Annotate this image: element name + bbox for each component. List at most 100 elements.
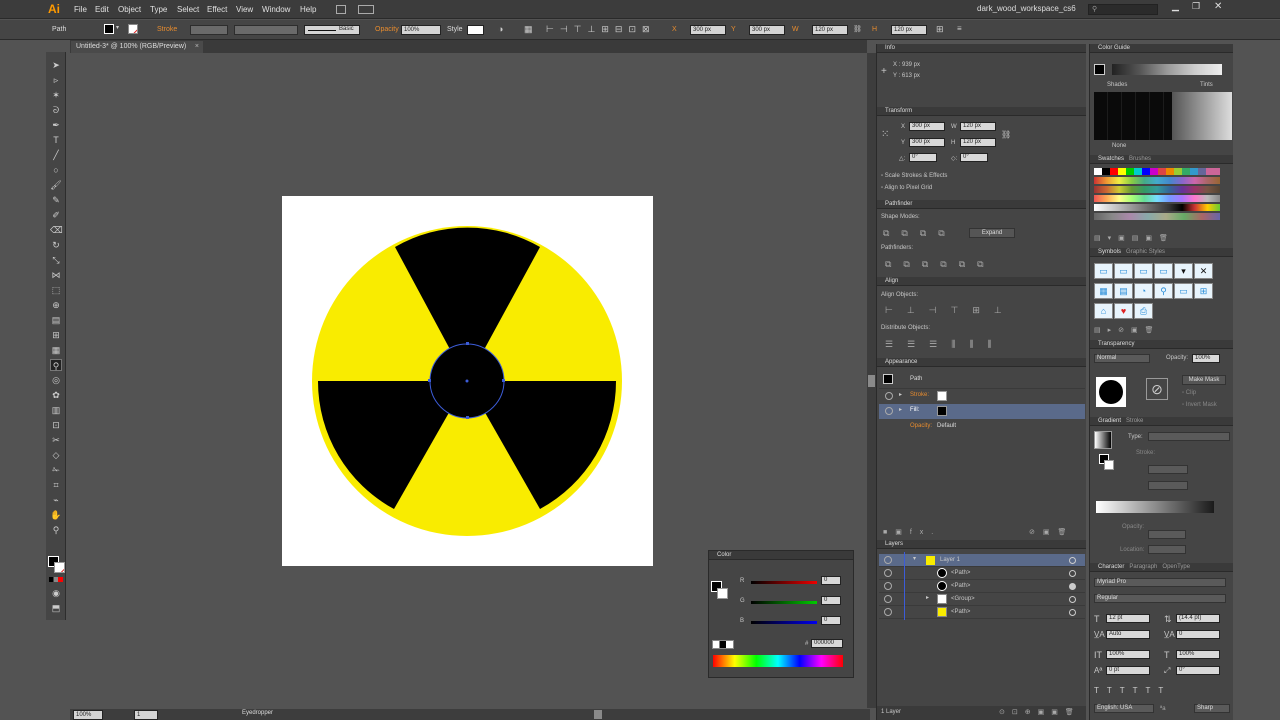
- shear-field[interactable]: 0°: [960, 153, 988, 162]
- symbol-bar-icon[interactable]: ▭: [1094, 263, 1113, 279]
- leading-field[interactable]: (14.4 pt): [1176, 614, 1220, 623]
- gradient-stroke-box[interactable]: [1104, 460, 1114, 470]
- gradient-angle-field[interactable]: [1148, 465, 1188, 474]
- eye-icon[interactable]: [884, 595, 892, 603]
- pen-tool-icon[interactable]: ✒: [50, 119, 62, 131]
- perspective-grid-tool-icon[interactable]: ▤: [50, 314, 62, 326]
- eye-icon[interactable]: [885, 392, 893, 400]
- green-slider[interactable]: [751, 601, 817, 604]
- menu-file[interactable]: File: [74, 0, 87, 19]
- appearance-footer-icons-right[interactable]: ⊘▣🗑: [1029, 528, 1074, 536]
- variable-width-profile[interactable]: [234, 25, 298, 35]
- radiation-symbol[interactable]: [282, 196, 653, 566]
- align-panel-header[interactable]: Align: [877, 277, 1086, 286]
- opentype-tab[interactable]: OpenType: [1162, 564, 1190, 570]
- expand-button[interactable]: Expand: [969, 228, 1015, 238]
- green-field[interactable]: 0: [821, 596, 841, 605]
- transform-icon[interactable]: ⊞: [936, 24, 944, 35]
- y-field[interactable]: 300 px: [749, 25, 785, 35]
- target-icon[interactable]: [1069, 596, 1076, 603]
- symbol-sprayer-tool-icon[interactable]: ✿: [50, 389, 62, 401]
- color-guide-header[interactable]: Color Guide: [1090, 44, 1233, 53]
- menu-type[interactable]: Type: [150, 0, 167, 19]
- transparency-panel-header[interactable]: Transparency: [1090, 340, 1233, 349]
- appearance-panel-header[interactable]: Appearance: [877, 358, 1086, 367]
- align-pixel-checkbox[interactable]: ▫ Align to Pixel Grid: [881, 185, 932, 191]
- type-tool-icon[interactable]: T: [50, 134, 62, 146]
- anchor-right[interactable]: [502, 379, 505, 382]
- gradient-opacity-field[interactable]: [1148, 530, 1186, 539]
- reference-point-icon[interactable]: ⁙: [881, 129, 893, 141]
- eye-icon[interactable]: [884, 556, 892, 564]
- align-to-icon[interactable]: ▦: [524, 24, 533, 35]
- pathfinder-buttons[interactable]: ⧉⧉⧉⧉⧉⧉: [885, 259, 996, 270]
- color-guide-grid[interactable]: [1094, 92, 1232, 140]
- stroke-weight-field[interactable]: [190, 25, 228, 35]
- clip-checkbox[interactable]: ▫ Clip: [1182, 390, 1196, 396]
- recolor-artwork-icon[interactable]: ◑: [498, 24, 503, 34]
- blue-slider[interactable]: [751, 621, 817, 624]
- eraser-alt-tool-icon[interactable]: ◇: [50, 449, 62, 461]
- rotate-field[interactable]: 0°: [909, 153, 937, 162]
- color-mode-buttons[interactable]: [49, 577, 63, 582]
- symbol-close-icon[interactable]: ✕: [1194, 263, 1213, 279]
- hex-field[interactable]: 000000: [811, 639, 843, 648]
- stroke-color-box[interactable]: [54, 562, 65, 573]
- appearance-stroke-swatch[interactable]: [937, 391, 947, 401]
- appearance-opacity-row[interactable]: Opacity: Default: [879, 420, 1085, 435]
- anchor-bottom[interactable]: [466, 416, 469, 419]
- graphic-styles-tab[interactable]: Graphic Styles: [1126, 249, 1165, 255]
- tracking-field[interactable]: 0: [1176, 630, 1220, 639]
- screen-mode-icon[interactable]: ⬒: [50, 602, 62, 614]
- eraser-tool-icon[interactable]: ⌫: [50, 224, 63, 236]
- artboard[interactable]: [282, 196, 653, 566]
- hand-tool-icon[interactable]: ✋: [50, 509, 62, 521]
- color-stroke-box[interactable]: [717, 588, 728, 599]
- menu-object[interactable]: Object: [118, 0, 141, 19]
- scale-tool-icon[interactable]: ⤡: [50, 254, 62, 266]
- close-tab-icon[interactable]: ×: [195, 41, 199, 53]
- symbol-bar-icon[interactable]: ▭: [1174, 283, 1193, 299]
- disclosure-triangle-icon[interactable]: ▾: [913, 555, 916, 562]
- menu-view[interactable]: View: [236, 0, 253, 19]
- mesh-tool-icon[interactable]: ⊞: [50, 329, 62, 341]
- character-panel-header[interactable]: Character Paragraph OpenType: [1090, 563, 1233, 572]
- target-icon[interactable]: [1069, 557, 1076, 564]
- constrain-proportions-icon[interactable]: ⛓: [1001, 130, 1011, 139]
- document-tab[interactable]: Untitled-3* @ 100% (RGB/Preview) ×: [71, 41, 203, 53]
- shape-mode-buttons[interactable]: ⧉⧉⧉⧉: [883, 228, 957, 239]
- harmony-rules-bar[interactable]: [1112, 64, 1222, 75]
- appearance-fill-row[interactable]: ▸ Fill:: [879, 404, 1085, 419]
- eye-icon[interactable]: [884, 582, 892, 590]
- gradient-slider[interactable]: [1096, 501, 1214, 513]
- layer-name[interactable]: <Path>: [951, 570, 970, 576]
- brushes-tab[interactable]: Brushes: [1129, 156, 1151, 162]
- eye-icon[interactable]: [884, 608, 892, 616]
- info-panel-header[interactable]: Info: [877, 44, 1086, 53]
- red-field[interactable]: 0: [821, 576, 841, 585]
- menu-select[interactable]: Select: [177, 0, 199, 19]
- vertical-scrollbar[interactable]: [867, 53, 876, 708]
- font-family-select[interactable]: Myriad Pro: [1094, 578, 1226, 587]
- appearance-footer-icons[interactable]: ■▣fx.: [883, 528, 941, 536]
- symbol-dropdown-icon[interactable]: ▾: [1174, 263, 1193, 279]
- blend-mode-select[interactable]: Normal: [1094, 354, 1150, 363]
- baseline-shift-field[interactable]: 0 pt: [1106, 666, 1150, 675]
- menu-help[interactable]: Help: [300, 0, 316, 19]
- magic-wand-tool-icon[interactable]: ✶: [50, 89, 62, 101]
- appearance-fill-swatch[interactable]: [937, 406, 947, 416]
- symbol-film-icon[interactable]: ▤: [1114, 283, 1133, 299]
- symbol-cart-icon[interactable]: ⊞: [1194, 283, 1213, 299]
- distribute-object-buttons[interactable]: ☰☰☰⫼⫼⫼: [885, 339, 1006, 350]
- stroke-label[interactable]: Stroke: [157, 26, 177, 33]
- swatches-panel-header[interactable]: Swatches Brushes: [1090, 155, 1233, 164]
- symbol-print-icon[interactable]: ⎙: [1134, 303, 1153, 319]
- anti-alias-select[interactable]: Sharp: [1194, 704, 1230, 713]
- crop-tool-icon[interactable]: ⌗: [50, 479, 62, 491]
- h-field[interactable]: 120 px: [891, 25, 927, 35]
- symbol-bar-icon[interactable]: ▭: [1134, 263, 1153, 279]
- none-black-white-swatches[interactable]: [712, 640, 734, 649]
- symbol-bar-icon[interactable]: ▭: [1154, 263, 1173, 279]
- knife-tool-icon[interactable]: ⌁: [50, 494, 62, 506]
- symbol-home-icon[interactable]: ⌂: [1094, 303, 1113, 319]
